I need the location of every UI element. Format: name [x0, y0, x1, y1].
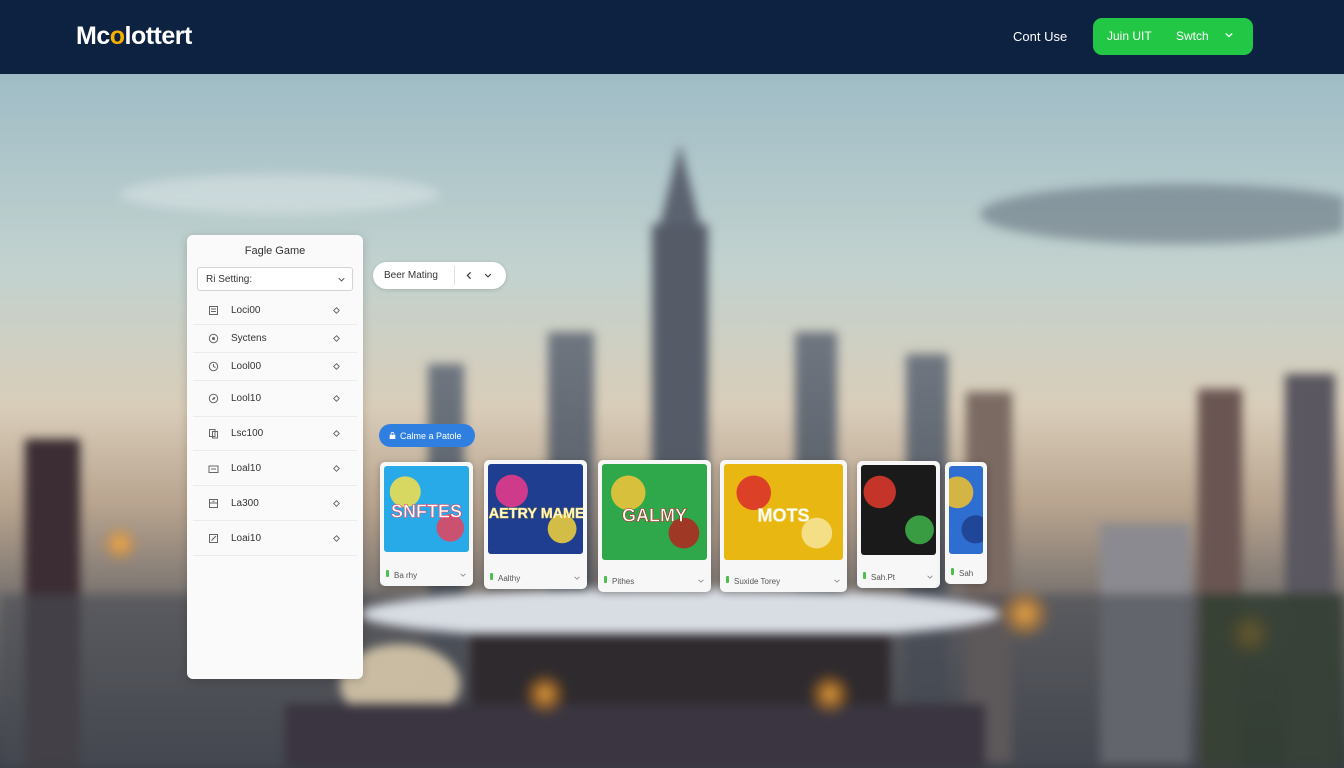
game-card[interactable]: Sah	[945, 462, 987, 584]
diamond-icon[interactable]	[333, 335, 340, 342]
game-card[interactable]: MAETRY MAMES Aalthy	[484, 460, 587, 589]
panel-menu-item[interactable]: Loai10	[193, 521, 357, 556]
game-card-title: Sah.Pt	[871, 573, 896, 582]
site-logo[interactable]: Mcolottert	[76, 22, 192, 51]
panel-menu-item-label: Lool00	[231, 361, 262, 372]
game-card[interactable]: Sah.Pt	[857, 461, 940, 588]
game-card-title: Sah	[959, 569, 974, 578]
panel-menu-item[interactable]: Loal10	[193, 451, 357, 486]
diamond-icon[interactable]	[333, 500, 340, 507]
game-thumbnail: GALMY	[602, 464, 707, 560]
chevron-left-icon[interactable]	[465, 271, 473, 280]
game-thumbnail: MOTS	[724, 464, 843, 560]
status-indicator	[951, 568, 954, 575]
diamond-icon[interactable]	[333, 465, 340, 472]
chevron-down-icon[interactable]	[460, 572, 466, 578]
status-indicator	[386, 570, 389, 577]
status-indicator	[490, 573, 493, 580]
panel-menu-item-label: Lool10	[231, 393, 262, 404]
lock-icon	[389, 432, 396, 439]
compass-icon	[208, 393, 219, 404]
game-card-art-text: MAETRY MAMES	[488, 506, 583, 522]
game-card[interactable]: GALMY Pithes	[598, 460, 711, 592]
edit-icon	[209, 534, 218, 543]
nav-link-contact[interactable]: Cont Use	[1013, 29, 1067, 44]
clock-icon	[208, 361, 219, 372]
status-indicator	[604, 576, 607, 583]
game-settings-panel: Fagle Game Ri Setting: Loci00 Syctens Lool…	[187, 235, 363, 679]
pill-divider	[454, 266, 455, 285]
settings-dropdown-label: Ri Setting:	[206, 274, 253, 285]
panel-menu-item[interactable]: Lool00	[193, 353, 357, 381]
panel-menu-item-label: Loci00	[231, 305, 261, 316]
category-tag-button[interactable]: Calme a Patole	[379, 424, 475, 447]
game-card-title: Suxide Torey	[734, 577, 781, 586]
top-header: Mcolottert Cont Use Juin UIT Swtch	[0, 0, 1344, 74]
chevron-down-icon[interactable]	[698, 578, 704, 584]
panel-title: Fagle Game	[244, 245, 306, 257]
filter-pill-label: Beer Mating	[384, 270, 438, 281]
archive-icon	[209, 499, 218, 508]
chevron-down-icon[interactable]	[574, 575, 580, 581]
panel-menu-list: Loci00 Syctens Lool00 Lool10 Lsc100 Loal10 La3…	[193, 297, 357, 556]
diamond-icon[interactable]	[333, 535, 340, 542]
chevron-down-icon[interactable]	[484, 272, 492, 279]
game-card[interactable]: MOTS Suxide Torey	[720, 460, 847, 592]
category-tag-label: Calme a Patole	[400, 431, 462, 441]
game-card-title: Aalthy	[498, 574, 521, 583]
game-thumbnail	[949, 466, 983, 554]
game-thumbnail	[861, 465, 936, 555]
join-label: Juin UIT	[1107, 29, 1152, 43]
panel-menu-item[interactable]: Lsc100	[193, 417, 357, 451]
panel-menu-item-label: Loal10	[231, 463, 262, 474]
game-card[interactable]: SNFTES Ba rhy	[380, 462, 473, 586]
document-icon	[209, 306, 218, 315]
join-switch-button[interactable]: Juin UIT Swtch	[1093, 18, 1253, 55]
game-thumbnail: SNFTES	[384, 466, 469, 552]
keyboard-icon	[208, 465, 219, 473]
panel-menu-item[interactable]: Syctens	[193, 325, 357, 353]
diamond-icon[interactable]	[333, 363, 340, 370]
diamond-icon[interactable]	[333, 430, 340, 437]
panel-menu-item-label: La300	[231, 498, 259, 509]
game-card-art-text: SNFTES	[391, 502, 462, 522]
game-card-title: Ba rhy	[394, 571, 418, 580]
panel-menu-item-label: Syctens	[231, 333, 267, 344]
chevron-down-icon[interactable]	[834, 578, 840, 584]
status-indicator	[863, 572, 866, 579]
game-card-art-text: GALMY	[622, 506, 687, 526]
switch-label: Swtch	[1176, 29, 1209, 43]
panel-menu-item[interactable]: Lool10	[193, 381, 357, 417]
diamond-icon[interactable]	[333, 395, 340, 402]
panel-menu-item-label: Loai10	[231, 533, 262, 544]
logo-text: Mcolottert	[76, 22, 192, 50]
chevron-down-icon[interactable]	[927, 574, 933, 580]
copy-icon	[209, 429, 218, 439]
game-thumbnail: MAETRY MAMES	[488, 464, 583, 554]
game-card-title: Pithes	[612, 577, 635, 586]
diamond-icon[interactable]	[333, 307, 340, 314]
chevron-down-icon	[338, 277, 345, 282]
status-indicator	[726, 576, 729, 583]
filter-pill[interactable]: Beer Mating	[373, 262, 506, 289]
panel-menu-item[interactable]: Loci00	[193, 297, 357, 325]
panel-menu-item[interactable]: La300	[193, 486, 357, 521]
panel-menu-item-label: Lsc100	[231, 428, 264, 439]
settings-dropdown[interactable]: Ri Setting:	[197, 267, 353, 291]
game-card-art-text: MOTS	[758, 506, 810, 526]
chevron-down-icon	[1225, 32, 1233, 38]
settings-circle-icon	[208, 333, 219, 344]
